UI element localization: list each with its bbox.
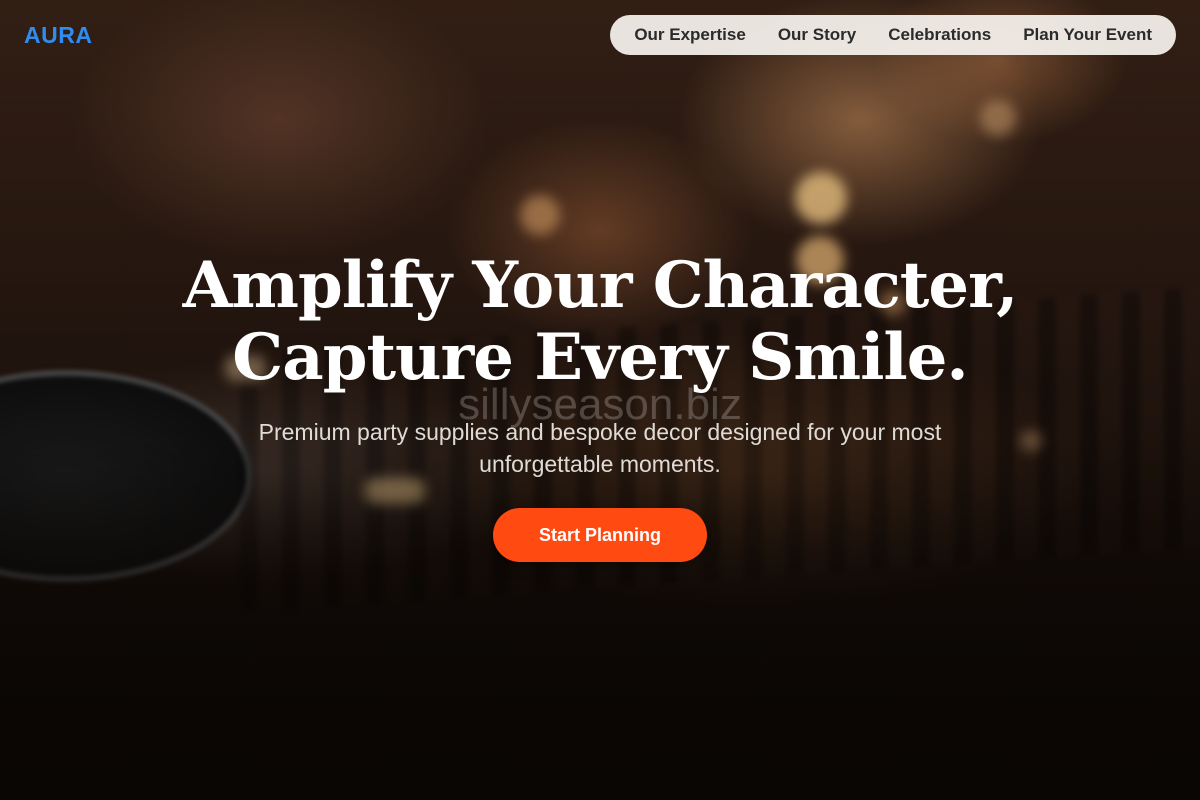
hero-section: sillyseason.biz Amplify Your Character, … xyxy=(0,250,1200,562)
hero-title-line-1: Amplify Your Character, xyxy=(182,248,1019,323)
nav-link-our-story[interactable]: Our Story xyxy=(778,25,856,45)
nav-link-plan-your-event[interactable]: Plan Your Event xyxy=(1023,25,1152,45)
logo-link[interactable]: AURA xyxy=(24,22,92,49)
landing-page: AURA Our Expertise Our Story Celebration… xyxy=(0,0,1200,800)
nav-link-celebrations[interactable]: Celebrations xyxy=(888,25,991,45)
hero-subtitle: Premium party supplies and bespoke decor… xyxy=(258,419,942,477)
hero-title: Amplify Your Character, Capture Every Sm… xyxy=(120,250,1080,394)
hero-title-line-2: Capture Every Smile. xyxy=(232,320,968,395)
nav-link-our-expertise[interactable]: Our Expertise xyxy=(634,25,746,45)
start-planning-button[interactable]: Start Planning xyxy=(493,508,707,562)
main-nav: Our Expertise Our Story Celebrations Pla… xyxy=(610,15,1176,55)
